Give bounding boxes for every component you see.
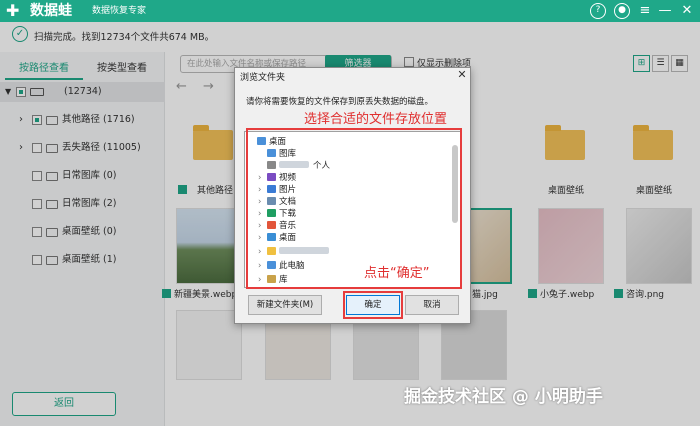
minimize-button[interactable]: — — [656, 2, 674, 20]
dialog-close-icon[interactable]: ✕ — [454, 67, 470, 83]
watermark: 掘金技术社区 @ 小明助手 — [404, 387, 603, 407]
app-name: 数据蛙 — [30, 3, 72, 19]
new-folder-button[interactable]: 新建文件夹(M) — [248, 295, 322, 315]
close-button[interactable]: ✕ — [678, 2, 696, 20]
dialog-description: 请你将需要恢复的文件保存到原丢失数据的磁盘。 — [246, 97, 434, 107]
cancel-button[interactable]: 取消 — [405, 295, 459, 315]
app-logo-icon: ✚ — [6, 1, 20, 20]
select-location-annotation: 选择合适的文件存放位置 — [304, 112, 448, 127]
ok-highlight-box — [343, 291, 403, 319]
app-subtitle: 数据恢复专家 — [92, 6, 147, 16]
menu-button[interactable]: ≡ — [636, 2, 654, 20]
click-ok-annotation: 点击“确定” — [364, 266, 430, 281]
user-icon[interactable]: ● — [614, 3, 630, 19]
question-icon[interactable]: ? — [590, 3, 606, 19]
dialog-title: 浏览文件夹 — [240, 73, 286, 83]
tree-highlight-box — [246, 128, 462, 289]
